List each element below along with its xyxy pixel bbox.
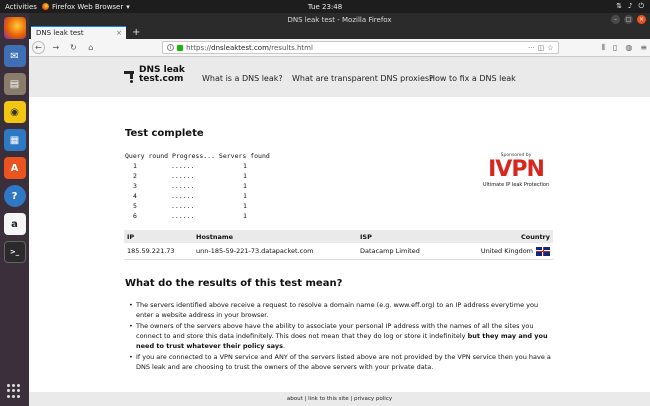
explanation-heading: What do the results of this test mean? xyxy=(125,278,343,289)
writer-launcher-icon[interactable]: ▦ xyxy=(3,129,26,151)
site-footer: about | link to this site | privacy poli… xyxy=(29,392,650,406)
query-row: 4...... 1 xyxy=(133,192,247,200)
network-icon: ⇅ xyxy=(616,2,622,10)
cell-ip: 185.59.221.73 xyxy=(127,247,175,255)
footer-link-to-site[interactable]: link to this site xyxy=(308,396,348,402)
list-item: The owners of the servers above have the… xyxy=(129,321,553,351)
pocket-icon[interactable]: ◫ xyxy=(538,44,545,52)
clock[interactable]: Tue 23:48 xyxy=(308,3,342,11)
app-menu[interactable]: Firefox Web Browser ▾ xyxy=(42,3,130,11)
files-launcher-icon[interactable]: ▤ xyxy=(3,73,26,95)
lock-icon[interactable] xyxy=(177,44,184,51)
page-actions-icon[interactable]: ··· xyxy=(528,44,535,52)
nav-what-is-dns-leak[interactable]: What is a DNS leak? xyxy=(202,74,283,83)
amazon-launcher-icon[interactable]: a xyxy=(3,213,26,235)
url-path: /results.html xyxy=(268,43,313,52)
software-launcher-icon[interactable]: A xyxy=(3,157,26,179)
query-row: 2...... 1 xyxy=(133,172,247,180)
help-launcher-icon[interactable]: ? xyxy=(3,185,26,207)
firefox-window: DNS leak test - Mozilla Firefox – □ × DN… xyxy=(29,13,650,406)
explanation-list: The servers identified above receive a r… xyxy=(129,300,553,373)
system-tray[interactable]: ⇅ ♪ ⏻ xyxy=(616,2,644,11)
thunderbird-launcher-icon[interactable]: ✉ xyxy=(3,45,26,67)
nav-transparent-dns-proxies[interactable]: What are transparent DNS proxies? xyxy=(292,74,433,83)
test-heading: Test complete xyxy=(125,128,204,139)
app-menu-label: Firefox Web Browser xyxy=(52,2,124,11)
show-applications-icon[interactable] xyxy=(7,384,21,398)
sidebar-icon[interactable]: ▯ xyxy=(613,43,617,53)
table-row: 185.59.221.73 unn-185-59-221-73.datapack… xyxy=(124,243,553,260)
query-row: 6...... 1 xyxy=(133,212,247,220)
back-arrow-icon[interactable]: ← xyxy=(32,41,45,54)
hamburger-menu-icon[interactable]: ≡ xyxy=(640,43,647,53)
logo-line-2: test.com xyxy=(139,74,184,84)
window-controls: – □ × xyxy=(611,15,646,24)
list-item: The servers identified above receive a r… xyxy=(129,300,553,320)
close-icon[interactable]: × xyxy=(637,15,646,24)
col-header-ip: IP xyxy=(127,232,135,241)
url-host: dnsleaktest.com xyxy=(211,43,269,52)
extension-icon[interactable]: ◍ xyxy=(625,43,632,53)
query-header: Query round Progress... Servers found xyxy=(125,152,270,160)
logo-text: DNS leak test.com xyxy=(139,66,185,84)
url-scheme: https:// xyxy=(186,43,212,52)
list-item: If you are connected to a VPN service an… xyxy=(129,352,553,372)
country-name: United Kingdom xyxy=(480,247,533,255)
terminal-launcher-icon[interactable]: >_ xyxy=(3,241,26,263)
forward-arrow-icon[interactable]: → xyxy=(50,41,63,54)
library-icon[interactable]: ⫴ xyxy=(602,43,605,53)
tab-dns-leak-test[interactable]: DNS leak test × xyxy=(31,26,126,39)
query-row: 1...... 1 xyxy=(133,162,247,170)
chevron-down-icon: ▾ xyxy=(126,2,130,11)
rhythmbox-launcher-icon[interactable]: ◉ xyxy=(3,101,26,123)
volume-icon: ♪ xyxy=(627,2,633,10)
home-icon[interactable]: ⌂ xyxy=(85,41,98,54)
query-row: 3...... 1 xyxy=(133,182,247,190)
site-header: DNS leak test.com What is a DNS leak? Wh… xyxy=(29,57,650,97)
address-bar[interactable]: i https://dnsleaktest.com/results.html ·… xyxy=(162,41,559,54)
cell-hostname: unn-185-59-221-73.datapacket.com xyxy=(196,247,314,255)
page-content: DNS leak test.com What is a DNS leak? Wh… xyxy=(29,57,650,406)
results-header-row: IP Hostname ISP Country xyxy=(124,230,553,243)
results-table: IP Hostname ISP Country 185.59.221.73 un… xyxy=(124,230,553,260)
reload-icon[interactable]: ↻ xyxy=(67,41,80,54)
minimize-icon[interactable]: – xyxy=(611,15,620,24)
sponsor-tagline: Ultimate IP leak Protection xyxy=(482,182,550,188)
window-title: DNS leak test - Mozilla Firefox xyxy=(287,15,392,24)
query-row: 5...... 1 xyxy=(133,202,247,210)
ubuntu-dock: ✉ ▤ ◉ ▦ A ? a >_ xyxy=(0,13,29,406)
nav-how-to-fix[interactable]: How to fix a DNS leak xyxy=(429,74,516,83)
firefox-icon xyxy=(42,3,49,10)
navigation-toolbar: ← → ↻ ⌂ i https://dnsleaktest.com/result… xyxy=(29,39,650,57)
sponsor-banner[interactable]: Sponsored by IVPN Ultimate IP leak Prote… xyxy=(481,153,551,188)
power-icon: ⏻ xyxy=(638,2,644,10)
site-logo[interactable]: DNS leak test.com xyxy=(124,66,185,84)
toolbar-right: ⫴ ▯ ◍ ≡ xyxy=(602,43,647,53)
col-header-country: Country xyxy=(520,232,550,241)
col-header-hostname: Hostname xyxy=(196,232,234,241)
bookmark-star-icon[interactable]: ☆ xyxy=(547,44,553,52)
cell-country: United Kingdom xyxy=(480,246,550,256)
cell-isp: Datacamp Limited xyxy=(360,247,420,255)
url-text[interactable]: https://dnsleaktest.com/results.html xyxy=(186,44,525,52)
tab-label: DNS leak test xyxy=(36,29,84,37)
footer-privacy-link[interactable]: privacy policy xyxy=(354,396,392,402)
ubuntu-top-panel: Activities Firefox Web Browser ▾ Tue 23:… xyxy=(0,0,650,13)
activities-button[interactable]: Activities xyxy=(0,3,42,11)
tab-strip: DNS leak test × + xyxy=(29,26,650,39)
col-header-isp: ISP xyxy=(360,232,372,241)
footer-about-link[interactable]: about xyxy=(287,396,303,402)
new-tab-icon[interactable]: + xyxy=(132,26,140,39)
firefox-launcher-icon[interactable] xyxy=(3,17,26,39)
sponsor-logo: IVPN xyxy=(488,157,545,182)
info-icon[interactable]: i xyxy=(167,44,175,51)
window-titlebar[interactable]: DNS leak test - Mozilla Firefox – □ × xyxy=(29,13,650,26)
uk-flag-icon xyxy=(536,246,550,256)
query-table: Query round Progress... Servers found 1.… xyxy=(125,152,270,222)
maximize-icon[interactable]: □ xyxy=(624,15,633,24)
tab-close-icon[interactable]: × xyxy=(116,29,122,37)
tap-icon xyxy=(124,69,136,83)
